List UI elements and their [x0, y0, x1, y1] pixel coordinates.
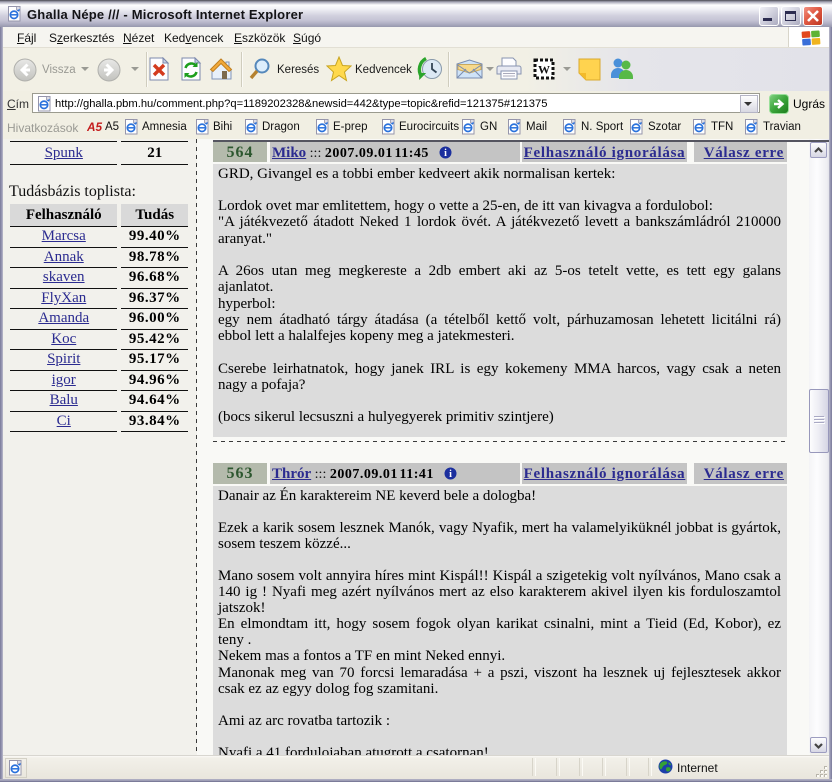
svg-text:A5: A5	[87, 121, 102, 134]
svg-text:i: i	[445, 148, 448, 159]
svg-text:i: i	[450, 469, 453, 480]
svg-text:W: W	[538, 63, 550, 77]
